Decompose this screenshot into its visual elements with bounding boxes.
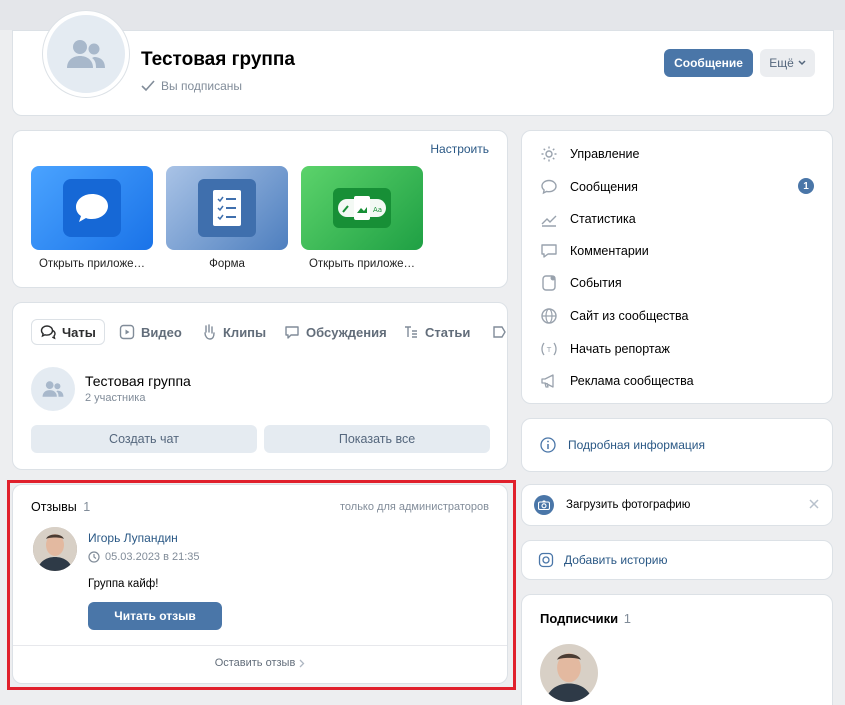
menu-item-site-label: Сайт из сообщества xyxy=(570,309,689,323)
message-bubble-icon xyxy=(63,179,121,237)
chat-title[interactable]: Тестовая группа xyxy=(85,373,191,389)
more-button-label: Ещё xyxy=(769,56,794,70)
menu-item-comments[interactable]: Комментарии xyxy=(540,242,649,260)
tab-chats-label: Чаты xyxy=(62,324,96,340)
app-tile-2[interactable] xyxy=(166,166,288,250)
tab-discussions-label: Обсуждения xyxy=(306,324,387,340)
tab-chats[interactable]: Чаты xyxy=(31,319,105,345)
group-avatar[interactable] xyxy=(43,11,129,97)
broadcast-icon: T xyxy=(541,342,557,356)
highlight-frame xyxy=(7,480,516,690)
menu-item-events-label: События xyxy=(570,276,622,290)
close-icon[interactable] xyxy=(808,498,820,510)
tab-articles-label: Статьи xyxy=(425,324,471,340)
menu-item-broadcast[interactable]: T Начать репортаж xyxy=(540,340,670,358)
chats-icon xyxy=(40,325,56,340)
tab-articles[interactable]: Статьи xyxy=(395,319,478,345)
message-icon xyxy=(541,179,557,195)
add-story-label: Добавить историю xyxy=(564,553,668,567)
tab-clips-label: Клипы xyxy=(223,324,267,340)
tab-video-label: Видео xyxy=(141,324,182,340)
configure-link[interactable]: Настроить xyxy=(430,142,489,156)
app-label-3: Открыть приложе… xyxy=(308,258,416,270)
menu-item-messages-label: Сообщения xyxy=(570,180,638,194)
video-icon xyxy=(119,324,135,340)
message-button[interactable]: Сообщение xyxy=(664,49,753,77)
comment-icon xyxy=(541,244,557,258)
tab-clips[interactable]: Клипы xyxy=(193,319,274,345)
info-widget[interactable]: Подробная информация xyxy=(521,418,833,472)
menu-item-ads[interactable]: Реклама сообщества xyxy=(540,372,694,390)
app-label-1: Открыть приложе… xyxy=(38,258,146,270)
menu-item-comments-label: Комментарии xyxy=(570,244,649,258)
cover-area xyxy=(0,0,845,30)
upload-photo-label: Загрузить фотографию xyxy=(566,499,691,511)
admin-menu: Управление Сообщения 1 Статистика Коммен… xyxy=(521,130,833,404)
create-chat-button[interactable]: Создать чат xyxy=(31,425,257,453)
add-story-widget[interactable]: Добавить историю xyxy=(521,540,833,580)
articles-icon xyxy=(405,326,417,338)
stats-icon xyxy=(541,215,557,227)
svg-text:T: T xyxy=(546,346,552,354)
upload-photo-widget[interactable]: Загрузить фотографию xyxy=(521,484,833,526)
clips-icon xyxy=(204,324,215,340)
menu-item-stats[interactable]: Статистика xyxy=(540,210,636,228)
image-text-app-icon: Aa xyxy=(333,188,391,228)
subscribers-title: Подписчики xyxy=(540,611,619,626)
menu-item-site[interactable]: Сайт из сообщества xyxy=(540,307,688,325)
subscription-status-label: Вы подписаны xyxy=(161,79,242,93)
info-link[interactable]: Подробная информация xyxy=(540,437,705,453)
check-icon xyxy=(141,80,155,92)
messages-badge: 1 xyxy=(798,178,814,194)
tab-discussions[interactable]: Обсуждения xyxy=(276,319,395,345)
more-tabs-icon[interactable] xyxy=(491,324,507,340)
tab-video[interactable]: Видео xyxy=(111,319,190,345)
subscriber-avatar[interactable] xyxy=(540,644,598,702)
menu-item-messages[interactable]: Сообщения xyxy=(540,178,638,196)
camera-icon xyxy=(534,495,554,515)
globe-icon xyxy=(541,308,557,324)
group-placeholder-icon xyxy=(42,381,64,397)
apps-widget: Настроить Открыть приложе… Форма Aa Откр… xyxy=(12,130,508,288)
megaphone-icon xyxy=(541,374,554,388)
subscribers-count: 1 xyxy=(623,611,631,626)
more-button[interactable]: Ещё xyxy=(760,49,815,77)
show-all-button[interactable]: Показать все xyxy=(264,425,490,453)
menu-item-manage-label: Управление xyxy=(570,147,640,161)
menu-item-broadcast-label: Начать репортаж xyxy=(570,342,670,356)
discussions-icon xyxy=(285,326,299,339)
events-icon xyxy=(542,275,556,291)
menu-item-events[interactable]: События xyxy=(540,274,622,292)
app-tile-3[interactable]: Aa xyxy=(301,166,423,250)
info-link-label: Подробная информация xyxy=(568,438,705,452)
content-tabs-widget: Чаты Видео Клипы Обсуждения Статьи Тесто… xyxy=(12,302,508,470)
instagram-style-icon xyxy=(538,552,554,568)
subscription-status[interactable]: Вы подписаны xyxy=(141,79,242,93)
svg-text:Aa: Aa xyxy=(373,206,382,214)
add-story-link[interactable]: Добавить историю xyxy=(538,552,667,568)
chat-members: 2 участника xyxy=(85,392,146,404)
info-icon xyxy=(540,437,556,453)
menu-item-manage[interactable]: Управление xyxy=(540,145,640,163)
form-checklist-icon xyxy=(198,179,256,237)
subscribers-header[interactable]: Подписчики 1 xyxy=(540,611,631,626)
menu-item-stats-label: Статистика xyxy=(570,212,636,226)
page-title: Тестовая группа xyxy=(141,49,295,70)
group-placeholder-icon xyxy=(67,40,105,68)
chevron-down-icon xyxy=(798,60,806,66)
chat-avatar[interactable] xyxy=(31,367,75,411)
gear-icon xyxy=(541,146,557,162)
group-header: Тестовая группа Вы подписаны Сообщение Е… xyxy=(12,11,834,116)
menu-item-ads-label: Реклама сообщества xyxy=(570,374,694,388)
app-label-2: Форма xyxy=(209,258,245,270)
app-tile-1[interactable] xyxy=(31,166,153,250)
subscribers-widget: Подписчики 1 xyxy=(521,594,833,705)
